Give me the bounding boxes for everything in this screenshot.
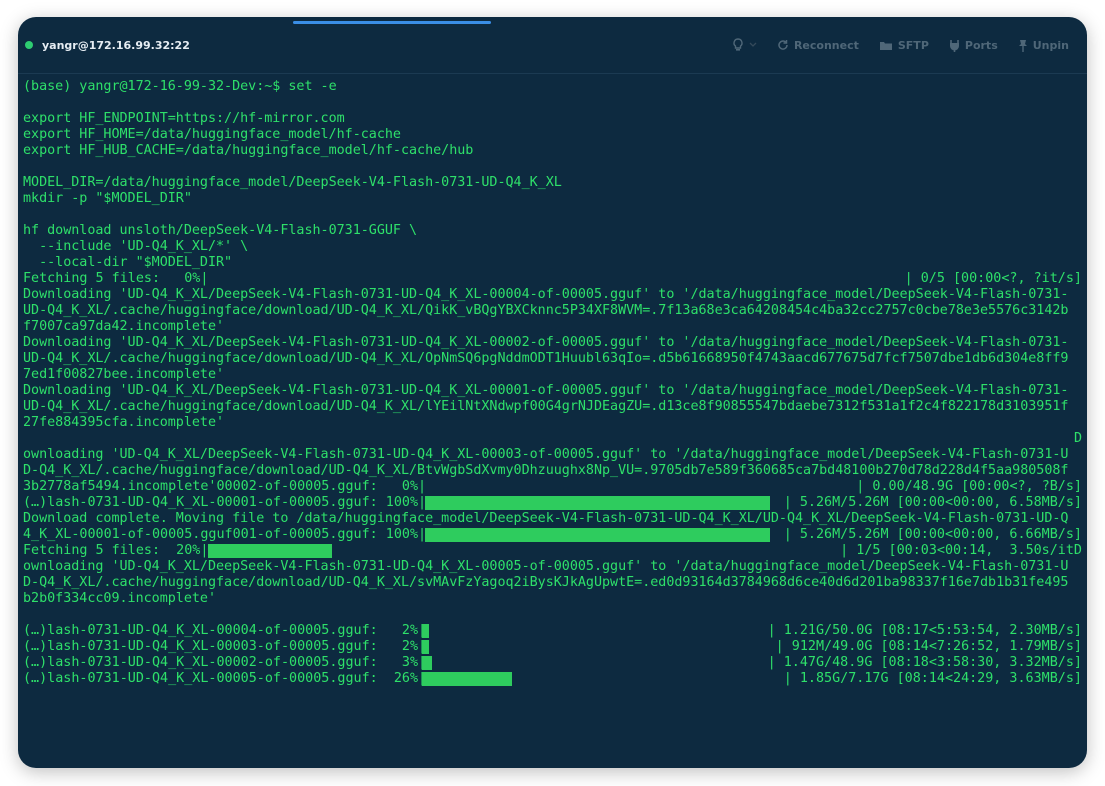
sftp-button[interactable]: SFTP <box>879 39 929 52</box>
terminal-line: D-Q4_K_XL/.cache/huggingface/download/UD… <box>23 575 1069 590</box>
reconnect-button[interactable]: Reconnect <box>777 39 859 52</box>
fetching-progress-stats: | 1/5 [00:03<00:14, 3.50s/itD <box>840 543 1082 558</box>
file-progress-stats: | 5.26M/5.26M [00:00<00:00, 6.66MB/s] <box>783 527 1082 542</box>
download-progress-list: (…)lash-0731-UD-Q4_K_XL-00004-of-00005.g… <box>23 623 1082 687</box>
download-progress-row: (…)lash-0731-UD-Q4_K_XL-00004-of-00005.g… <box>23 623 1082 639</box>
file-progress-label: 4_K_XL-00001-of-00005.gguf001-of-00005.g… <box>23 527 427 542</box>
ports-label: Ports <box>964 38 998 52</box>
reconnect-label: Reconnect <box>793 38 859 52</box>
download-progress-label: (…)lash-0731-UD-Q4_K_XL-00005-of-00005.g… <box>23 671 427 686</box>
terminal-line: UD-Q4_K_XL/.cache/huggingface/download/U… <box>23 399 1069 414</box>
toolbar: Reconnect SFTP Ports Unpin <box>732 17 1069 73</box>
folder-icon <box>879 41 892 50</box>
terminal-line: ownloading 'UD-Q4_K_XL/DeepSeek-V4-Flash… <box>23 559 1069 574</box>
hints-button[interactable] <box>732 38 757 52</box>
terminal-line: Download complete. Moving file to /data/… <box>23 511 1069 526</box>
terminal-line: hf download unsloth/DeepSeek-V4-Flash-07… <box>23 223 418 238</box>
download-progress-row: (…)lash-0731-UD-Q4_K_XL-00002-of-00005.g… <box>23 655 1082 671</box>
terminal-line: mkdir -p "$MODEL_DIR" <box>23 191 192 206</box>
lightbulb-icon <box>733 38 743 51</box>
terminal-line: export HF_ENDPOINT=https://hf-mirror.com <box>23 111 345 126</box>
terminal-line: MODEL_DIR=/data/huggingface_model/DeepSe… <box>23 175 562 190</box>
terminal-line: D <box>1073 431 1082 446</box>
terminal-line: D-Q4_K_XL/.cache/huggingface/download/UD… <box>23 463 1069 478</box>
terminal-line: b2b0f334cc09.incomplete' <box>23 591 217 606</box>
ports-button[interactable]: Ports <box>949 39 998 52</box>
terminal-line: UD-Q4_K_XL/.cache/huggingface/download/U… <box>23 351 1069 366</box>
unpin-label: Unpin <box>1032 38 1069 52</box>
connection-status-icon <box>25 41 33 49</box>
file-progress-row: 3b2778af5494.incomplete'00002-of-00005.g… <box>23 479 1082 495</box>
file-progress-stats: | 0.00/48.9G [00:00<?, ?B/s] <box>856 479 1082 494</box>
terminal-line: ownloading 'UD-Q4_K_XL/DeepSeek-V4-Flash… <box>23 447 1069 462</box>
pin-icon <box>1018 39 1027 52</box>
terminal-line: 27fe884395cfa.incomplete' <box>23 415 225 430</box>
terminal-line: Downloading 'UD-Q4_K_XL/DeepSeek-V4-Flas… <box>23 335 1069 350</box>
fetching-progress-row: Fetching 5 files: 20%| | 1/5 [00:03<00:1… <box>23 543 1082 559</box>
terminal-line: UD-Q4_K_XL/.cache/huggingface/download/U… <box>23 303 1069 318</box>
terminal-line: export HF_HUB_CACHE=/data/huggingface_mo… <box>23 143 474 158</box>
terminal-output[interactable]: (base) yangr@172-16-99-32-Dev:~$ set -e … <box>23 79 1082 759</box>
progress-bar-fill <box>425 528 770 542</box>
download-progress-bar-fill <box>422 640 429 654</box>
terminal-window: yangr@172.16.99.32:22 Reconnect SFTP Por… <box>18 17 1087 768</box>
file-progress-row: 4_K_XL-00001-of-00005.gguf001-of-00005.g… <box>23 527 1082 543</box>
ports-icon <box>949 39 959 52</box>
terminal-line: f7007ca97da42.incomplete' <box>23 319 225 334</box>
fetching-progress-label: Fetching 5 files: 0%| <box>23 271 209 286</box>
download-progress-stats: | 1.21G/50.0G [08:17<5:53:54, 2.30MB/s] <box>767 623 1082 638</box>
file-progress-stats: | 5.26M/5.26M [00:00<00:00, 6.58MB/s] <box>783 495 1082 510</box>
fetching-progress-row: Fetching 5 files: 0%| | 0/5 [00:00<?, ?i… <box>23 271 1082 287</box>
download-progress-stats: | 912M/49.0G [08:14<7:26:52, 1.79MB/s] <box>775 639 1082 654</box>
file-progress-label: 3b2778af5494.incomplete'00002-of-00005.g… <box>23 479 427 494</box>
connection-title: yangr@172.16.99.32:22 <box>42 38 190 52</box>
progress-bar-fill <box>208 544 332 558</box>
progress-bar-fill <box>425 496 770 510</box>
reconnect-icon <box>778 40 788 50</box>
sftp-label: SFTP <box>897 38 929 52</box>
file-progress-label: (…)lash-0731-UD-Q4_K_XL-00001-of-00005.g… <box>23 495 427 510</box>
unpin-button[interactable]: Unpin <box>1018 39 1069 52</box>
terminal-line: 7ed1f00827bee.incomplete' <box>23 367 225 382</box>
download-progress-bar-fill <box>422 624 429 638</box>
fetching-progress-label: Fetching 5 files: 20%| <box>23 543 209 558</box>
fetching-progress-stats: | 0/5 [00:00<?, ?it/s] <box>904 271 1082 286</box>
download-progress-label: (…)lash-0731-UD-Q4_K_XL-00002-of-00005.g… <box>23 655 427 670</box>
terminal-line: (base) yangr@172-16-99-32-Dev:~$ set -e <box>23 79 337 94</box>
download-progress-label: (…)lash-0731-UD-Q4_K_XL-00004-of-00005.g… <box>23 623 427 638</box>
chevron-down-icon <box>749 42 757 47</box>
terminal-line: --local-dir "$MODEL_DIR" <box>23 255 233 270</box>
download-progress-stats: | 1.85G/7.17G [08:14<24:29, 3.63MB/s] <box>783 671 1082 686</box>
download-progress-bar-fill <box>422 656 432 670</box>
download-progress-label: (…)lash-0731-UD-Q4_K_XL-00003-of-00005.g… <box>23 639 427 654</box>
download-progress-stats: | 1.47G/48.9G [08:18<3:58:30, 3.32MB/s] <box>767 655 1082 670</box>
download-progress-row: (…)lash-0731-UD-Q4_K_XL-00005-of-00005.g… <box>23 671 1082 687</box>
terminal-line: Downloading 'UD-Q4_K_XL/DeepSeek-V4-Flas… <box>23 383 1069 398</box>
terminal-line: --include 'UD-Q4_K_XL/*' \ <box>23 239 249 254</box>
file-progress-row: (…)lash-0731-UD-Q4_K_XL-00001-of-00005.g… <box>23 495 1082 511</box>
terminal-line: export HF_HOME=/data/huggingface_model/h… <box>23 127 401 142</box>
download-progress-bar-fill <box>422 672 512 686</box>
terminal-line: Downloading 'UD-Q4_K_XL/DeepSeek-V4-Flas… <box>23 287 1069 302</box>
download-progress-row: (…)lash-0731-UD-Q4_K_XL-00003-of-00005.g… <box>23 639 1082 655</box>
